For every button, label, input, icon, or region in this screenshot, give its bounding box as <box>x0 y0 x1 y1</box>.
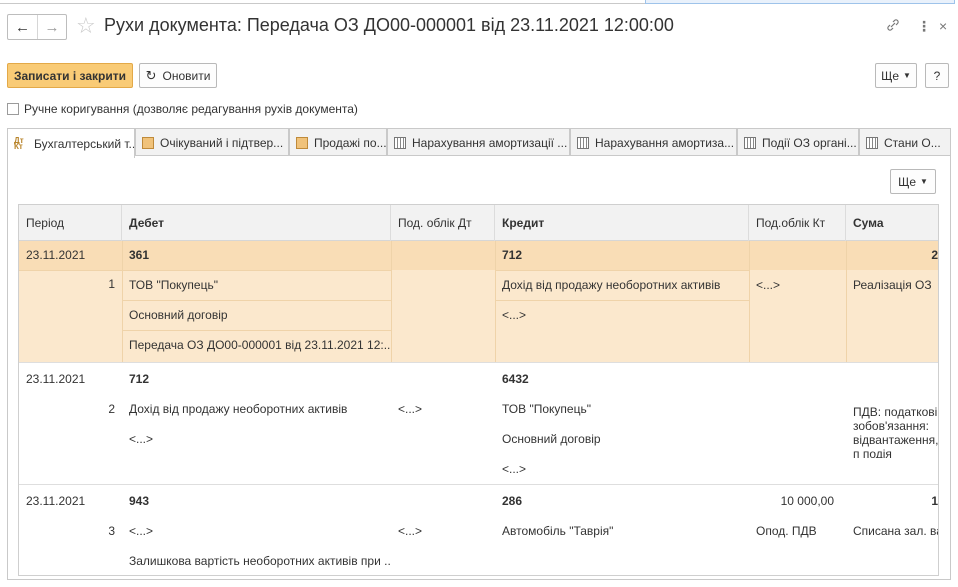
refresh-button[interactable]: ↻ Оновити <box>139 63 217 88</box>
chevron-down-icon: ▼ <box>903 71 911 80</box>
cell-credit-account: 6432 <box>502 372 529 386</box>
table-row[interactable]: 23.11.2021 2 712 Дохід від продажу необо… <box>19 363 938 485</box>
top-tab-strip <box>0 0 958 5</box>
tab-depreciation-2[interactable]: Нарахування амортиза... <box>570 128 737 156</box>
window-titlebar: ← → ☆ Рухи документа: Передача ОЗ ДО00-0… <box>0 8 958 44</box>
cell-debit-subconto: Основний договір <box>129 308 228 322</box>
tab-label: Очікуваний і підтвер... <box>160 135 284 150</box>
register-doc-icon <box>142 136 154 149</box>
page-title: Рухи документа: Передача ОЗ ДО00-000001 … <box>104 15 674 35</box>
cell-debit-subconto: ТОВ "Покупець" <box>129 278 218 292</box>
tab-label: Стани О... <box>884 135 941 150</box>
navigation-buttons: ← → <box>7 14 67 40</box>
calculation-register-icon <box>866 136 878 149</box>
cell-credit-value: 10 000,00 <box>780 494 834 508</box>
column-amount[interactable]: Сума <box>846 205 938 241</box>
top-strip-active-segment <box>645 0 955 4</box>
cell-content: Списана зал. вар <box>853 524 938 538</box>
more-menu-icon[interactable]: ⋮ <box>917 18 931 35</box>
top-strip-segment <box>60 0 645 4</box>
column-credit[interactable]: Кредит <box>495 205 749 241</box>
cell-row-number: 1 <box>108 277 115 291</box>
cell-debit-subconto: Передача ОЗ ДО00-000001 від 23.11.2021 1… <box>129 338 391 352</box>
save-and-close-button[interactable]: Записати і закрити <box>7 63 133 88</box>
cell-period: 23.11.2021 <box>26 372 86 386</box>
chevron-down-icon: ▼ <box>920 177 928 186</box>
calculation-register-icon <box>394 136 406 149</box>
more-button[interactable]: Ще ▼ <box>875 63 917 88</box>
accounting-register-icon: Дт Кт <box>14 135 24 151</box>
cell-amount: 1 <box>931 494 938 508</box>
column-analytics-kt[interactable]: Под.облік Кт <box>749 205 846 241</box>
calculation-register-icon <box>577 136 589 149</box>
cell-credit-subconto: Автомобіль "Таврія" <box>502 524 614 538</box>
favorite-star-icon[interactable]: ☆ <box>76 14 96 38</box>
cell-divider <box>749 241 750 362</box>
column-debit[interactable]: Дебет <box>122 205 391 241</box>
cell-analytics-kt: <...> <box>756 278 781 292</box>
movements-table[interactable]: Період Дебет Под. облік Дт Кредит Под.об… <box>18 204 939 576</box>
cell-credit-account: 712 <box>502 248 523 262</box>
column-analytics-dt[interactable]: Под. облік Дт <box>391 205 495 241</box>
cell-row-number: 2 <box>108 402 115 416</box>
calculation-register-icon <box>744 136 756 149</box>
cell-credit-subconto: Дохід від продажу необоротних активів <box>502 278 721 292</box>
refresh-button-label: Оновити <box>162 68 211 83</box>
cell-debit-account: 361 <box>129 248 150 262</box>
back-arrow-icon[interactable]: ← <box>8 15 37 39</box>
table-more-button[interactable]: Ще ▼ <box>890 169 936 194</box>
cell-period: 23.11.2021 <box>26 248 86 262</box>
tab-fa-states[interactable]: Стани О... <box>859 128 951 156</box>
table-row[interactable]: 23.11.2021 1 361 ТОВ "Покупець" Основний… <box>19 241 938 363</box>
link-icon[interactable] <box>886 18 900 35</box>
tab-accounting[interactable]: Дт Кт Бухгалтерський т... <box>7 128 135 158</box>
tab-label: Нарахування амортиза... <box>595 135 735 150</box>
cell-credit-subconto: <...> <box>502 462 527 476</box>
manual-correction-label: Ручне коригування (дозволяє редагування … <box>24 102 358 116</box>
cell-debit-subconto: Дохід від продажу необоротних активів <box>129 402 348 416</box>
table-header: Період Дебет Под. облік Дт Кредит Под.об… <box>19 205 938 241</box>
table-more-label: Ще <box>898 174 916 189</box>
manual-correction-checkbox[interactable] <box>7 103 19 115</box>
cell-amount: 2 <box>931 248 938 262</box>
cell-credit-subconto: Основний договір <box>502 432 601 446</box>
cell-divider <box>391 241 392 362</box>
tab-label: Події ОЗ органі... <box>762 135 857 150</box>
tab-panel: Ще ▼ Період Дебет Под. облік Дт Кредит П… <box>7 155 951 580</box>
manual-correction-row[interactable]: Ручне коригування (дозволяє редагування … <box>7 102 358 116</box>
cell-content: Реалізація ОЗ <box>853 278 932 292</box>
tab-label: Продажі по... <box>314 135 387 150</box>
help-button[interactable]: ? <box>925 63 949 88</box>
top-strip-segment <box>0 0 60 4</box>
column-period[interactable]: Період <box>19 205 122 241</box>
refresh-icon: ↻ <box>145 67 157 83</box>
cell-content: ПДВ: податкові зобов'язання: відвантажен… <box>853 405 939 458</box>
cell-debit-subconto: Залишкова вартість необоротних активів п… <box>129 554 391 568</box>
forward-arrow-icon[interactable]: → <box>37 15 66 39</box>
tab-depreciation-1[interactable]: Нарахування амортизації ... <box>387 128 570 156</box>
cell-debit-account: 943 <box>129 494 150 508</box>
tab-label: Нарахування амортизації ... <box>412 135 568 150</box>
cell-row-number: 3 <box>108 524 115 538</box>
tab-sales[interactable]: Продажі по... <box>289 128 387 156</box>
tab-expected-confirmed[interactable]: Очікуваний і підтвер... <box>135 128 289 156</box>
cell-period: 23.11.2021 <box>26 494 86 508</box>
cell-credit-subconto: ТОВ "Покупець" <box>502 402 591 416</box>
cell-credit-account: 286 <box>502 494 523 508</box>
tab-label: Бухгалтерський т... <box>34 136 135 151</box>
cell-debit-subconto: <...> <box>129 524 154 538</box>
cell-credit-subconto: <...> <box>502 308 527 322</box>
close-icon[interactable]: × <box>939 18 947 34</box>
cell-debit-account: 712 <box>129 372 150 386</box>
more-button-label: Ще <box>881 68 899 83</box>
cell-analytics-dt: <...> <box>398 524 423 538</box>
cell-analytics-kt: Опод. ПДВ <box>756 524 817 538</box>
tab-fa-events[interactable]: Події ОЗ органі... <box>737 128 859 156</box>
cell-analytics-dt: <...> <box>398 402 423 416</box>
cell-debit-subconto: <...> <box>129 432 154 446</box>
table-row[interactable]: 23.11.2021 3 943 <...> Залишкова вартіст… <box>19 485 938 575</box>
register-tabs: Дт Кт Бухгалтерський т... Очікуваний і пі… <box>7 128 951 158</box>
register-doc-icon <box>296 136 308 149</box>
